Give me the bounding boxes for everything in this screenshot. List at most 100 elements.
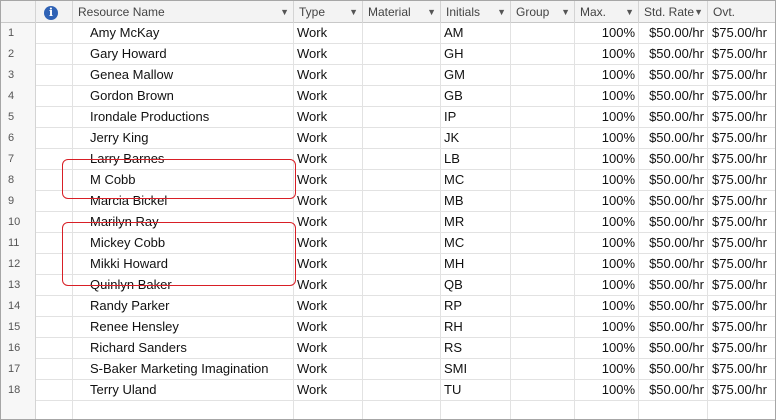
group-cell[interactable] [511, 65, 575, 86]
indicator-cell[interactable] [36, 296, 73, 317]
row-number[interactable]: 4 [1, 86, 36, 107]
std-rate-header[interactable]: Std. Rate ▼ [639, 1, 708, 23]
max-units-cell[interactable]: 100% [575, 23, 639, 44]
ovt-rate-header[interactable]: Ovt. [708, 1, 775, 23]
table-row[interactable]: 16 Richard Sanders Work RS 100% $50.00/hr $75.… [1, 338, 775, 359]
table-row[interactable]: 11 Mickey Cobb Work MC 100% $50.00/hr $75.00/h… [1, 233, 775, 254]
chevron-down-icon[interactable]: ▼ [625, 1, 634, 23]
type-cell[interactable]: Work [294, 233, 363, 254]
material-cell[interactable] [363, 275, 441, 296]
material-cell[interactable] [363, 338, 441, 359]
material-cell[interactable] [363, 359, 441, 380]
table-row[interactable]: 14 Randy Parker Work RP 100% $50.00/hr $75.00/… [1, 296, 775, 317]
table-row[interactable]: 7 Larry Barnes Work LB 100% $50.00/hr $75.00/h… [1, 149, 775, 170]
resource-name-cell[interactable]: Marcia Bickel [73, 191, 294, 212]
ovt-rate-cell[interactable]: $75.00/hr [708, 338, 775, 359]
ovt-rate-cell[interactable]: $75.00/hr [708, 149, 775, 170]
material-cell[interactable] [363, 170, 441, 191]
row-number-header[interactable] [1, 1, 36, 23]
std-rate-cell[interactable]: $50.00/hr [639, 65, 708, 86]
table-row[interactable]: 3 Genea Mallow Work GM 100% $50.00/hr $75.00/h… [1, 65, 775, 86]
ovt-rate-cell[interactable]: $75.00/hr [708, 233, 775, 254]
max-units-cell[interactable]: 100% [575, 296, 639, 317]
resource-name-cell[interactable]: Richard Sanders [73, 338, 294, 359]
group-cell[interactable] [511, 233, 575, 254]
group-cell[interactable] [511, 338, 575, 359]
type-header[interactable]: Type ▼ [294, 1, 363, 23]
group-cell[interactable] [511, 128, 575, 149]
material-cell[interactable] [363, 65, 441, 86]
row-number[interactable]: 13 [1, 275, 36, 296]
max-units-cell[interactable]: 100% [575, 233, 639, 254]
material-cell[interactable] [363, 107, 441, 128]
table-row[interactable]: 9 Marcia Bickel Work MB 100% $50.00/hr $75.00/… [1, 191, 775, 212]
std-rate-cell[interactable]: $50.00/hr [639, 380, 708, 401]
row-number[interactable]: 6 [1, 128, 36, 149]
max-units-cell[interactable]: 100% [575, 191, 639, 212]
indicator-cell[interactable] [36, 233, 73, 254]
material-cell[interactable] [363, 191, 441, 212]
resource-name-cell[interactable]: Terry Uland [73, 380, 294, 401]
indicator-cell[interactable] [36, 86, 73, 107]
indicator-cell[interactable] [36, 149, 73, 170]
table-row[interactable]: 13 Quinlyn Baker Work QB 100% $50.00/hr $75.00… [1, 275, 775, 296]
material-cell[interactable] [363, 296, 441, 317]
initials-cell[interactable]: MH [441, 254, 511, 275]
type-cell[interactable]: Work [294, 107, 363, 128]
std-rate-cell[interactable]: $50.00/hr [639, 149, 708, 170]
row-number[interactable]: 14 [1, 296, 36, 317]
resource-name-cell[interactable]: Renee Hensley [73, 317, 294, 338]
chevron-down-icon[interactable]: ▼ [694, 1, 703, 23]
resource-name-header[interactable]: Resource Name ▼ [73, 1, 294, 23]
ovt-rate-cell[interactable]: $75.00/hr [708, 170, 775, 191]
ovt-rate-cell[interactable]: $75.00/hr [708, 254, 775, 275]
type-cell[interactable]: Work [294, 296, 363, 317]
initials-cell[interactable]: RP [441, 296, 511, 317]
row-number[interactable]: 11 [1, 233, 36, 254]
table-row[interactable]: 8 M Cobb Work MC 100% $50.00/hr $75.00/hr [1, 170, 775, 191]
std-rate-cell[interactable]: $50.00/hr [639, 317, 708, 338]
ovt-rate-cell[interactable]: $75.00/hr [708, 86, 775, 107]
type-cell[interactable]: Work [294, 317, 363, 338]
resource-name-cell[interactable]: Gary Howard [73, 44, 294, 65]
material-cell[interactable] [363, 149, 441, 170]
indicator-cell[interactable] [36, 317, 73, 338]
std-rate-cell[interactable]: $50.00/hr [639, 107, 708, 128]
indicator-cell[interactable] [36, 212, 73, 233]
material-cell[interactable] [363, 44, 441, 65]
indicator-cell[interactable] [36, 23, 73, 44]
material-cell[interactable] [363, 380, 441, 401]
max-units-cell[interactable]: 100% [575, 338, 639, 359]
max-units-cell[interactable]: 100% [575, 128, 639, 149]
ovt-rate-cell[interactable]: $75.00/hr [708, 212, 775, 233]
row-number[interactable]: 5 [1, 107, 36, 128]
max-units-cell[interactable]: 100% [575, 65, 639, 86]
std-rate-cell[interactable]: $50.00/hr [639, 23, 708, 44]
ovt-rate-cell[interactable]: $75.00/hr [708, 296, 775, 317]
initials-cell[interactable]: LB [441, 149, 511, 170]
empty-row-number[interactable] [1, 401, 36, 419]
std-rate-cell[interactable]: $50.00/hr [639, 275, 708, 296]
initials-cell[interactable]: RH [441, 317, 511, 338]
group-cell[interactable] [511, 254, 575, 275]
row-number[interactable]: 18 [1, 380, 36, 401]
indicators-header[interactable]: i [36, 1, 73, 23]
resource-name-cell[interactable]: Larry Barnes [73, 149, 294, 170]
material-cell[interactable] [363, 23, 441, 44]
std-rate-cell[interactable]: $50.00/hr [639, 212, 708, 233]
ovt-rate-cell[interactable]: $75.00/hr [708, 380, 775, 401]
std-rate-cell[interactable]: $50.00/hr [639, 296, 708, 317]
max-units-cell[interactable]: 100% [575, 359, 639, 380]
ovt-rate-cell[interactable]: $75.00/hr [708, 107, 775, 128]
initials-cell[interactable]: SMI [441, 359, 511, 380]
ovt-rate-cell[interactable]: $75.00/hr [708, 44, 775, 65]
material-cell[interactable] [363, 254, 441, 275]
table-row[interactable]: 4 Gordon Brown Work GB 100% $50.00/hr $75.00/h… [1, 86, 775, 107]
resource-name-cell[interactable]: Jerry King [73, 128, 294, 149]
indicator-cell[interactable] [36, 44, 73, 65]
type-cell[interactable]: Work [294, 191, 363, 212]
ovt-rate-cell[interactable]: $75.00/hr [708, 317, 775, 338]
chevron-down-icon[interactable]: ▼ [497, 1, 506, 23]
type-cell[interactable]: Work [294, 254, 363, 275]
table-row[interactable]: 17 S-Baker Marketing Imagination Work SMI 10… [1, 359, 775, 380]
